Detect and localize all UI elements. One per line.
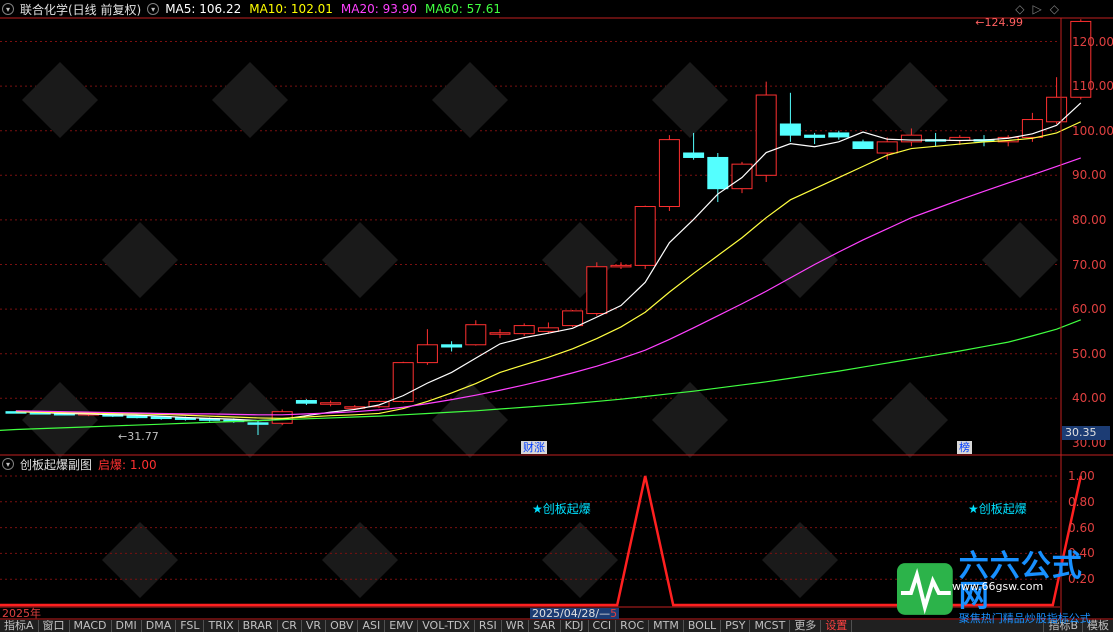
ma10-line <box>15 121 1082 419</box>
year-label: 2025年 <box>2 607 41 620</box>
candle-14 <box>344 404 366 410</box>
tab-1[interactable]: 窗口 <box>39 620 70 632</box>
candle-19 <box>465 320 487 346</box>
watermark-mark-4 <box>872 62 948 138</box>
tab-22[interactable]: PSY <box>721 620 751 632</box>
watermark-mark-2 <box>432 62 508 138</box>
ma20-line <box>15 157 1081 416</box>
candle-42 <box>1021 112 1043 142</box>
indicator-tabs: 指标A 窗口 MACD DMI DMA FSL TRIX BRAR CR VR OBV ASI EMV V… <box>0 620 1113 632</box>
tab-10[interactable]: OBV <box>326 620 359 632</box>
candle-12 <box>295 399 317 405</box>
sub-chart-header: ▾ 创板起爆副图 启爆: 1.00 <box>0 456 157 472</box>
watermark-mark-14 <box>872 382 948 458</box>
candle-24 <box>586 262 608 316</box>
sub-tick-2: 0.60 <box>1068 520 1095 535</box>
chevron-down-icon[interactable]: ▾ <box>2 458 14 470</box>
candle-11 <box>271 409 293 426</box>
candle-13 <box>320 400 342 407</box>
sub-tick-0: 1.00 <box>1068 469 1095 483</box>
candle-16 <box>392 361 414 403</box>
watermark-mark-18 <box>762 522 838 598</box>
watermark-mark-15 <box>102 522 178 598</box>
tab-5[interactable]: FSL <box>176 620 205 632</box>
low-price-label: ←31.77 <box>118 430 159 443</box>
tab-25[interactable]: 设置 <box>821 620 853 632</box>
signal-label: ★创板起爆 <box>532 502 591 516</box>
watermark-mark-16 <box>322 522 398 598</box>
cursor-date: 2025/04/28/—5 <box>530 607 620 620</box>
ma60-line-extension <box>0 428 17 432</box>
candle-35 <box>852 139 874 150</box>
tab-16[interactable]: SAR <box>529 620 561 632</box>
tab-15[interactable]: WR <box>502 620 530 632</box>
tab-3[interactable]: DMI <box>112 620 142 632</box>
candle-21 <box>513 323 535 336</box>
candle-26 <box>634 205 656 269</box>
watermark-mark-10 <box>22 382 98 458</box>
tab-21[interactable]: BOLL <box>684 620 722 632</box>
watermark-mark-0 <box>22 62 98 138</box>
tab-0[interactable]: 指标A <box>0 620 39 632</box>
price-tick-4: 80.00 <box>1072 212 1107 227</box>
candle-32 <box>779 92 801 142</box>
watermark-mark-9 <box>982 222 1058 298</box>
logo-url: www.66gsw.com <box>952 580 1044 593</box>
tab-7[interactable]: BRAR <box>239 620 278 632</box>
tab-4[interactable]: DMA <box>142 620 177 632</box>
tab-9[interactable]: VR <box>302 620 327 632</box>
price-tick-6: 60.00 <box>1072 302 1107 317</box>
price-axis[interactable]: 120.00 110.00 100.00 90.00 80.00 70.00 60.00 50… <box>1062 18 1113 454</box>
logo-mark-icon <box>896 563 953 615</box>
last-price-label: ←124.99 <box>975 16 1023 29</box>
candle-27 <box>658 135 680 211</box>
tab-17[interactable]: KDJ <box>561 620 589 632</box>
event-tag-finance[interactable]: 财涨 <box>521 441 547 454</box>
logo-slogan: 聚焦热门精品炒股指标公式 <box>958 612 1091 625</box>
tab-23[interactable]: MCST <box>750 620 791 632</box>
watermark-mark-17 <box>542 522 618 598</box>
chart-frame <box>0 17 1113 620</box>
watermark-mark-5 <box>102 222 178 298</box>
tab-6[interactable]: TRIX <box>204 620 239 632</box>
event-tag-rank[interactable]: 榜 <box>957 441 972 454</box>
price-tick-1: 110.00 <box>1072 79 1113 94</box>
watermark-mark-1 <box>212 62 288 138</box>
sub-chart-title[interactable]: 创板起爆副图 <box>20 456 92 473</box>
price-tick-3: 90.00 <box>1072 168 1107 183</box>
watermark-mark-6 <box>322 222 398 298</box>
candle-18 <box>441 341 463 352</box>
candle-28 <box>683 132 705 160</box>
price-tick-2: 100.00 <box>1072 123 1113 138</box>
current-price-box: 30.35 <box>1062 426 1110 440</box>
tab-13[interactable]: VOL-TDX <box>418 620 475 632</box>
tab-12[interactable]: EMV <box>385 620 419 632</box>
candle-34 <box>828 130 850 140</box>
tab-14[interactable]: RSI <box>475 620 502 632</box>
candle-17 <box>416 329 438 365</box>
price-tick-5: 70.00 <box>1072 257 1107 272</box>
candle-31 <box>755 81 777 182</box>
candle-33 <box>804 132 826 145</box>
tab-19[interactable]: ROC <box>616 620 650 632</box>
watermark-mark-13 <box>652 382 728 458</box>
tab-8[interactable]: CR <box>278 620 302 632</box>
candle-20 <box>489 329 511 339</box>
tab-24[interactable]: 更多 <box>790 620 822 632</box>
sub-chart-legend: 启爆: 1.00 <box>98 457 157 472</box>
candlestick-chart[interactable] <box>0 0 1113 632</box>
sub-tick-1: 0.80 <box>1068 494 1095 509</box>
tab-20[interactable]: MTM <box>649 620 684 632</box>
tab-18[interactable]: CCI <box>589 620 617 632</box>
watermark-mark-12 <box>432 382 508 458</box>
price-tick-8: 40.00 <box>1072 391 1107 406</box>
tab-2[interactable]: MACD <box>70 620 112 632</box>
tab-11[interactable]: ASI <box>358 620 386 632</box>
candle-36 <box>876 137 898 160</box>
price-tick-0: 120.00 <box>1072 34 1113 49</box>
watermark-mark-3 <box>652 62 728 138</box>
price-tick-7: 50.00 <box>1072 346 1107 361</box>
signal-label: ★创板起爆 <box>968 502 1027 516</box>
